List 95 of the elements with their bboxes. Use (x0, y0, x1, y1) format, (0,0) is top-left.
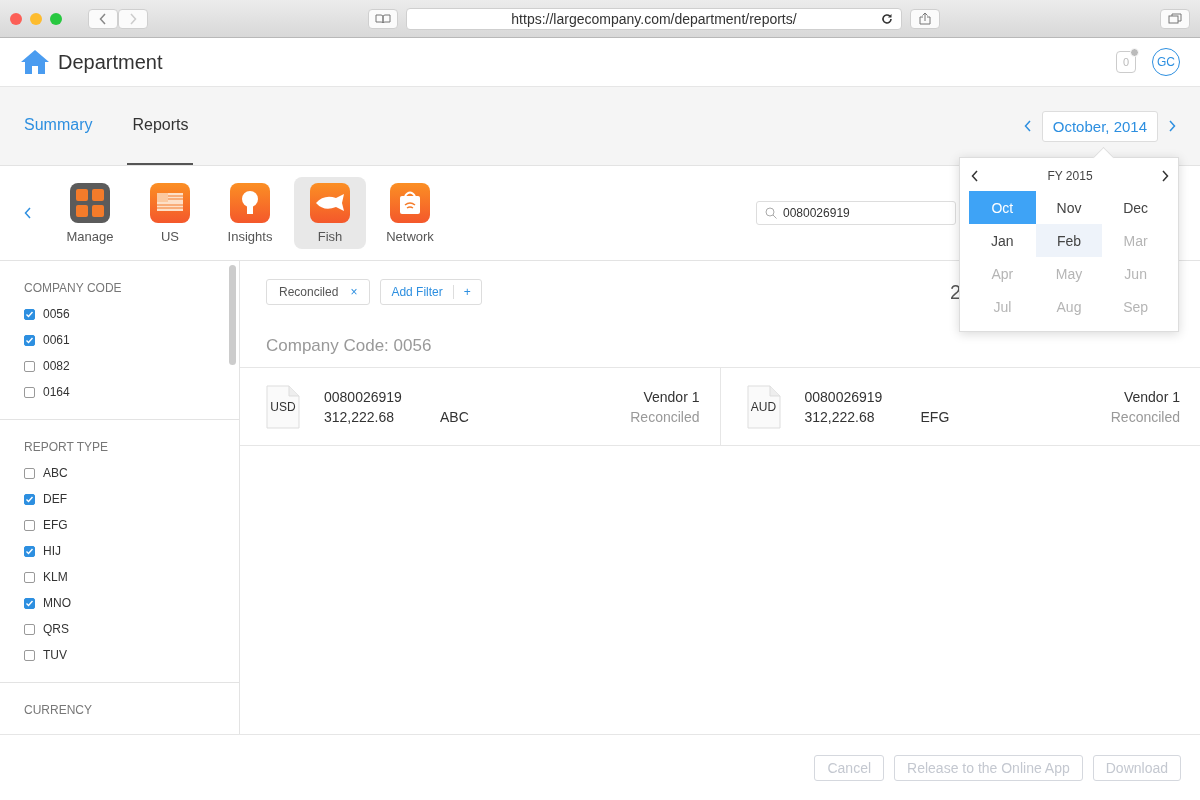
app-icon (310, 182, 350, 223)
checkbox[interactable] (24, 360, 35, 372)
back-button[interactable] (88, 8, 118, 29)
checkbox[interactable] (24, 386, 35, 398)
search-field[interactable]: 0080026919 (756, 201, 956, 225)
checkbox[interactable] (24, 467, 35, 479)
app-tile[interactable]: Network (374, 177, 446, 249)
checkbox-label: HIJ (43, 544, 61, 558)
app-icon (230, 182, 270, 223)
fiscal-year-title: FY 2015 (1047, 169, 1093, 183)
checkbox[interactable] (24, 649, 35, 661)
back-icon[interactable] (24, 207, 32, 219)
forward-icon[interactable] (129, 12, 137, 25)
back-icon[interactable] (99, 12, 107, 25)
next-icon[interactable] (1168, 120, 1176, 132)
period-selector[interactable]: October, 2014 (1041, 110, 1158, 142)
app-tile[interactable]: US (134, 177, 206, 249)
app-icon (70, 182, 110, 223)
address-bar[interactable]: https://largecompany.com/department/reports/ (406, 7, 902, 30)
month-option[interactable]: Dec (1102, 191, 1169, 224)
checkbox[interactable] (24, 597, 35, 609)
app-label: Manage (66, 228, 114, 244)
bookmarks-button[interactable] (368, 8, 398, 29)
checkbox-label: MNO (43, 596, 71, 610)
report-type: ABC (440, 408, 470, 425)
share-icon (919, 12, 931, 25)
app-icon (390, 182, 430, 223)
close-window-icon[interactable] (10, 12, 22, 25)
month-option[interactable]: Feb (1035, 224, 1103, 257)
checkbox[interactable] (24, 308, 35, 320)
checkbox[interactable] (24, 623, 35, 635)
search-icon (765, 207, 777, 219)
nav-tab[interactable]: Reports (127, 87, 194, 165)
notification-badge[interactable]: 0 (1116, 51, 1136, 73)
tabs-button[interactable] (1160, 8, 1190, 29)
book-icon (375, 13, 391, 24)
app-label: US (160, 228, 180, 244)
checkbox-label: 0082 (43, 359, 70, 373)
checkbox-label: ABC (43, 466, 68, 480)
record-status: Reconciled (1110, 408, 1180, 425)
document-icon: USD (266, 384, 300, 429)
month-option[interactable]: Oct (969, 191, 1036, 224)
next-year-icon[interactable] (1161, 170, 1169, 182)
tabs-icon (1168, 13, 1182, 24)
checkbox[interactable] (24, 545, 35, 557)
record-status: Reconciled (630, 408, 700, 425)
checkbox-label: TUV (43, 648, 67, 662)
record-amount: 312,222.68 (804, 408, 876, 425)
checkbox-label: EFG (43, 518, 68, 532)
record-number: 0080026919 (804, 388, 884, 405)
checkbox-label: 0061 (43, 333, 70, 347)
app-label: Fish (317, 228, 343, 244)
month-option[interactable]: Jan (969, 224, 1036, 257)
vendor-name: Vendor 1 (642, 388, 700, 405)
previous-year-icon[interactable] (971, 170, 979, 182)
section-heading: REPORT TYPE (24, 440, 110, 454)
checkbox-label: 0164 (43, 385, 70, 399)
document-icon: AUD (746, 384, 781, 429)
app-label: Insights (227, 228, 273, 244)
app-tile[interactable]: Insights (214, 177, 286, 249)
app-tile[interactable]: Fish (294, 177, 366, 249)
checkbox-label: KLM (43, 570, 68, 584)
checkbox[interactable] (24, 571, 35, 583)
record-amount: 312,222.68 (324, 408, 396, 425)
section-heading: COMPANY CODE (24, 281, 123, 295)
checkbox[interactable] (24, 493, 35, 505)
add-button[interactable]: + (452, 285, 481, 299)
app-tile[interactable]: Manage (54, 177, 126, 249)
scrollbar[interactable] (229, 265, 236, 365)
section-heading: CURRENCY (24, 703, 93, 717)
reload-icon[interactable] (881, 12, 893, 25)
previous-icon[interactable] (1023, 120, 1032, 132)
checkbox-label: 0056 (43, 307, 70, 321)
vendor-name: Vendor 1 (1122, 388, 1180, 405)
app-icon (150, 182, 190, 223)
home-icon[interactable] (20, 49, 50, 75)
add-filter-button[interactable]: Add Filter (381, 285, 453, 299)
report-type: EFG (920, 408, 951, 425)
checkbox[interactable] (24, 334, 35, 346)
checkbox[interactable] (24, 519, 35, 531)
filter-label: Reconciled (279, 285, 339, 299)
checkbox-label: QRS (43, 622, 69, 636)
nav-tab[interactable]: Summary (24, 87, 93, 165)
app-label: Network (386, 228, 434, 244)
record-card[interactable]: AUD 0080026919 Vendor 1 312,222.68 EFG Reconciled (719, 368, 1200, 445)
zoom-window-icon[interactable] (50, 12, 62, 25)
app-title: Department (58, 50, 164, 74)
checkbox-label: DEF (43, 492, 67, 506)
record-card[interactable]: USD 0080026919 Vendor 1 312,222.68 ABC Reconciled (240, 368, 720, 445)
share-button[interactable] (910, 8, 940, 29)
month-option[interactable]: Nov (1035, 191, 1103, 224)
group-title: Company Code: 0056 (266, 336, 432, 356)
remove-filter-button[interactable]: × (350, 285, 358, 299)
record-number: 0080026919 (324, 388, 403, 405)
forward-button[interactable] (118, 8, 148, 29)
